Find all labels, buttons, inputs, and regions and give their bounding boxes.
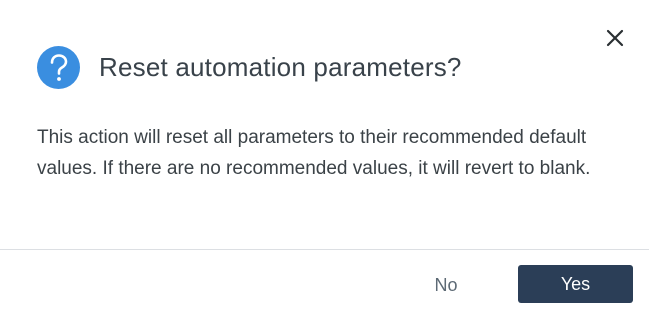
close-button[interactable] <box>603 26 627 50</box>
question-circle-icon <box>37 46 80 89</box>
no-button[interactable]: No <box>406 266 486 304</box>
dialog-header: Reset automation parameters? <box>37 46 462 89</box>
dialog-title: Reset automation parameters? <box>99 52 462 82</box>
footer-divider <box>0 249 649 250</box>
yes-button[interactable]: Yes <box>518 265 633 303</box>
close-icon <box>606 29 624 47</box>
dialog-message: This action will reset all parameters to… <box>37 127 591 179</box>
reset-parameters-dialog: Reset automation parameters? This action… <box>0 0 649 309</box>
